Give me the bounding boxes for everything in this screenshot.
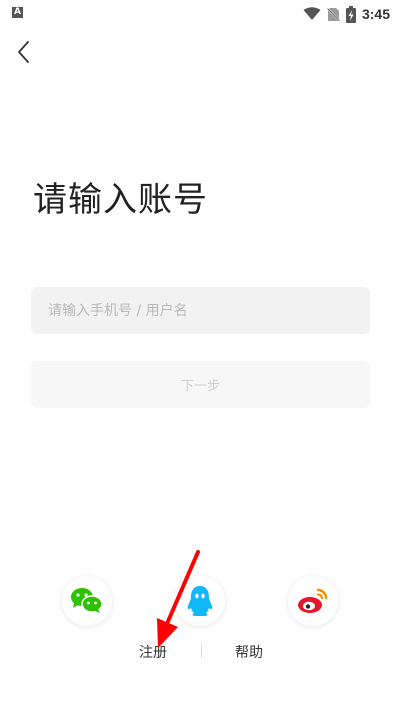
page-title: 请输入账号 bbox=[33, 180, 208, 220]
status-time: 3:45 bbox=[361, 6, 390, 22]
account-input[interactable] bbox=[31, 287, 370, 334]
status-bar: A 3:45 bbox=[0, 0, 400, 28]
chevron-left-icon bbox=[18, 41, 29, 63]
wifi-icon bbox=[303, 7, 321, 20]
qq-icon bbox=[187, 586, 213, 616]
no-sim-icon bbox=[326, 7, 340, 22]
qq-login-button[interactable] bbox=[175, 576, 225, 626]
weibo-login-button[interactable] bbox=[288, 576, 338, 626]
footer-divider bbox=[201, 644, 202, 658]
wechat-login-button[interactable] bbox=[62, 576, 112, 626]
back-button[interactable] bbox=[10, 38, 38, 66]
status-icons: 3:45 bbox=[303, 5, 390, 23]
next-step-button[interactable]: 下一步 bbox=[31, 361, 370, 408]
register-link[interactable]: 注册 bbox=[139, 642, 167, 662]
battery-charging-icon bbox=[345, 5, 356, 23]
app-notification-icon: A bbox=[12, 7, 23, 18]
wechat-icon bbox=[71, 588, 103, 613]
weibo-icon bbox=[298, 588, 328, 613]
help-link[interactable]: 帮助 bbox=[235, 642, 263, 662]
